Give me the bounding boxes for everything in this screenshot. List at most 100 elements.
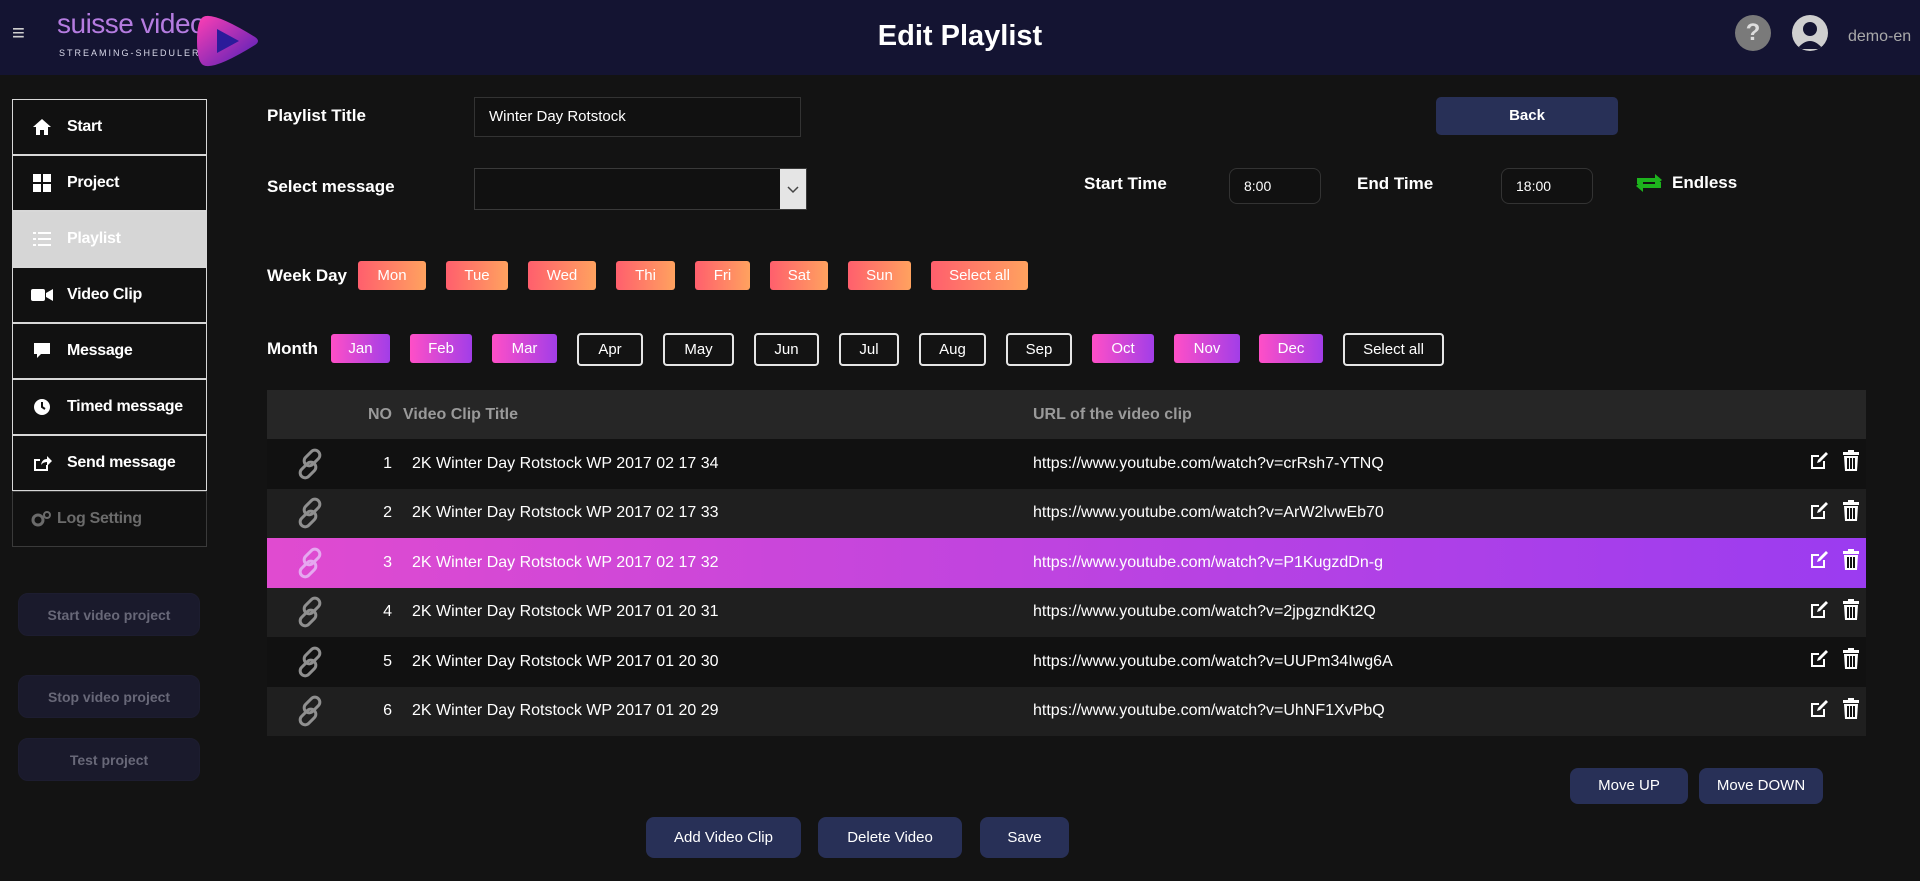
gears-icon xyxy=(31,508,53,530)
sidebar-item-send-message[interactable]: Send message xyxy=(12,435,207,491)
month-select-all[interactable]: Select all xyxy=(1343,333,1444,366)
top-bar: ≡ suisse video STREAMING-SHEDULER Edit P… xyxy=(0,0,1920,75)
table-row[interactable]: 5 2K Winter Day Rotstock WP 2017 01 20 30… xyxy=(267,637,1866,687)
table-row[interactable]: 4 2K Winter Day Rotstock WP 2017 01 20 31… xyxy=(267,587,1866,637)
month-sep[interactable]: Sep xyxy=(1006,333,1072,366)
link-icon[interactable] xyxy=(267,693,352,729)
edit-icon[interactable] xyxy=(1808,599,1830,626)
edit-icon[interactable] xyxy=(1808,450,1830,477)
link-icon[interactable] xyxy=(267,594,352,630)
row-no: 4 xyxy=(383,603,392,621)
sidebar-item-label: Video Clip xyxy=(67,286,142,303)
row-title: 2K Winter Day Rotstock WP 2017 01 20 30 xyxy=(412,652,719,670)
month-jul[interactable]: Jul xyxy=(839,333,899,366)
link-icon[interactable] xyxy=(267,495,352,531)
chevron-down-icon[interactable] xyxy=(780,169,806,209)
weekday-sat[interactable]: Sat xyxy=(770,261,828,290)
row-url: https://www.youtube.com/watch?v=UUPm34Iw… xyxy=(1033,652,1393,670)
username[interactable]: demo-en xyxy=(1848,28,1911,46)
row-title: 2K Winter Day Rotstock WP 2017 01 20 31 xyxy=(412,603,719,621)
home-icon xyxy=(31,116,53,138)
sidebar-item-label: Message xyxy=(67,342,133,359)
clock-icon xyxy=(31,396,53,418)
sidebar-item-start[interactable]: Start xyxy=(12,99,207,155)
sidebar-item-playlist[interactable]: Playlist xyxy=(12,211,207,267)
delete-video-button[interactable]: Delete Video xyxy=(818,817,962,858)
repeat-icon xyxy=(1636,174,1662,192)
sidebar-item-label: Project xyxy=(67,174,120,191)
sidebar-item-message[interactable]: Message xyxy=(12,323,207,379)
month-feb[interactable]: Feb xyxy=(410,334,472,363)
endless-label: Endless xyxy=(1672,173,1738,192)
stop-video-project-button[interactable]: Stop video project xyxy=(18,675,200,718)
trash-icon[interactable] xyxy=(1842,598,1860,626)
month-nov[interactable]: Nov xyxy=(1174,334,1240,363)
add-video-clip-button[interactable]: Add Video Clip xyxy=(646,817,801,858)
trash-icon[interactable] xyxy=(1842,549,1860,576)
sidebar-item-project[interactable]: Project xyxy=(12,155,207,211)
avatar[interactable] xyxy=(1792,15,1828,51)
month-label: Month xyxy=(267,339,318,358)
sidebar-item-video-clip[interactable]: Video Clip xyxy=(12,267,207,323)
sidebar: Start Project Playlist Video Clip Messag… xyxy=(12,99,207,547)
month-apr[interactable]: Apr xyxy=(577,333,643,366)
endless-toggle[interactable]: Endless xyxy=(1634,171,1737,195)
row-url: https://www.youtube.com/watch?v=2jpgzndK… xyxy=(1033,603,1376,621)
trash-icon[interactable] xyxy=(1842,450,1860,477)
link-icon[interactable] xyxy=(267,446,352,482)
move-down-button[interactable]: Move DOWN xyxy=(1699,768,1823,804)
back-button[interactable]: Back xyxy=(1436,97,1618,135)
row-url: https://www.youtube.com/watch?v=P1KugzdD… xyxy=(1033,553,1383,571)
weekday-fri[interactable]: Fri xyxy=(695,261,750,290)
video-clip-table: NO Video Clip Title URL of the video cli… xyxy=(267,390,1866,736)
month-oct[interactable]: Oct xyxy=(1092,334,1154,363)
end-time-input[interactable]: 18:00 xyxy=(1501,168,1593,204)
sidebar-item-label: Start xyxy=(67,118,102,135)
weekday-select-all[interactable]: Select all xyxy=(931,261,1028,290)
month-jun[interactable]: Jun xyxy=(754,333,819,366)
start-video-project-button[interactable]: Start video project xyxy=(18,593,200,636)
table-row[interactable]: 1 2K Winter Day Rotstock WP 2017 02 17 34… xyxy=(267,439,1866,489)
month-dec[interactable]: Dec xyxy=(1259,334,1323,363)
weekday-mon[interactable]: Mon xyxy=(358,261,426,290)
trash-icon[interactable] xyxy=(1842,697,1860,725)
sidebar-item-label: Log Setting xyxy=(57,510,142,527)
row-no: 3 xyxy=(383,553,392,571)
save-button[interactable]: Save xyxy=(980,817,1069,858)
select-message-dropdown[interactable] xyxy=(474,168,807,210)
weekday-sun[interactable]: Sun xyxy=(848,261,911,290)
link-icon[interactable] xyxy=(267,644,352,680)
test-project-button[interactable]: Test project xyxy=(18,738,200,781)
row-url: https://www.youtube.com/watch?v=UhNF1XvP… xyxy=(1033,702,1385,720)
header-title: Video Clip Title xyxy=(403,405,518,423)
month-jan[interactable]: Jan xyxy=(331,334,390,363)
table-row[interactable]: 2 2K Winter Day Rotstock WP 2017 02 17 33… xyxy=(267,488,1866,538)
sidebar-item-log-setting[interactable]: Log Setting xyxy=(12,491,207,547)
table-row[interactable]: 6 2K Winter Day Rotstock WP 2017 01 20 29… xyxy=(267,686,1866,736)
edit-icon[interactable] xyxy=(1808,648,1830,675)
link-icon[interactable] xyxy=(267,545,352,581)
month-aug[interactable]: Aug xyxy=(919,333,986,366)
month-mar[interactable]: Mar xyxy=(492,334,557,363)
edit-icon[interactable] xyxy=(1808,698,1830,725)
sidebar-item-timed-message[interactable]: Timed message xyxy=(12,379,207,435)
month-may[interactable]: May xyxy=(663,333,734,366)
weekday-tue[interactable]: Tue xyxy=(446,261,508,290)
playlist-title-input[interactable]: Winter Day Rotstock xyxy=(474,97,801,137)
trash-icon[interactable] xyxy=(1842,499,1860,527)
start-time-input[interactable]: 8:00 xyxy=(1229,168,1321,204)
weekday-thi[interactable]: Thi xyxy=(616,261,675,290)
weekday-wed[interactable]: Wed xyxy=(528,261,596,290)
table-row[interactable]: 3 2K Winter Day Rotstock WP 2017 02 17 32… xyxy=(267,538,1866,588)
row-no: 5 xyxy=(383,652,392,670)
row-no: 2 xyxy=(383,504,392,522)
trash-icon[interactable] xyxy=(1842,648,1860,675)
grid-icon xyxy=(31,172,53,194)
header-url: URL of the video clip xyxy=(1033,405,1192,423)
edit-icon[interactable] xyxy=(1808,500,1830,527)
list-icon xyxy=(31,228,53,250)
move-up-button[interactable]: Move UP xyxy=(1570,768,1688,804)
help-button[interactable]: ? xyxy=(1735,15,1771,51)
edit-icon[interactable] xyxy=(1808,549,1830,576)
page-title: Edit Playlist xyxy=(877,20,1043,52)
